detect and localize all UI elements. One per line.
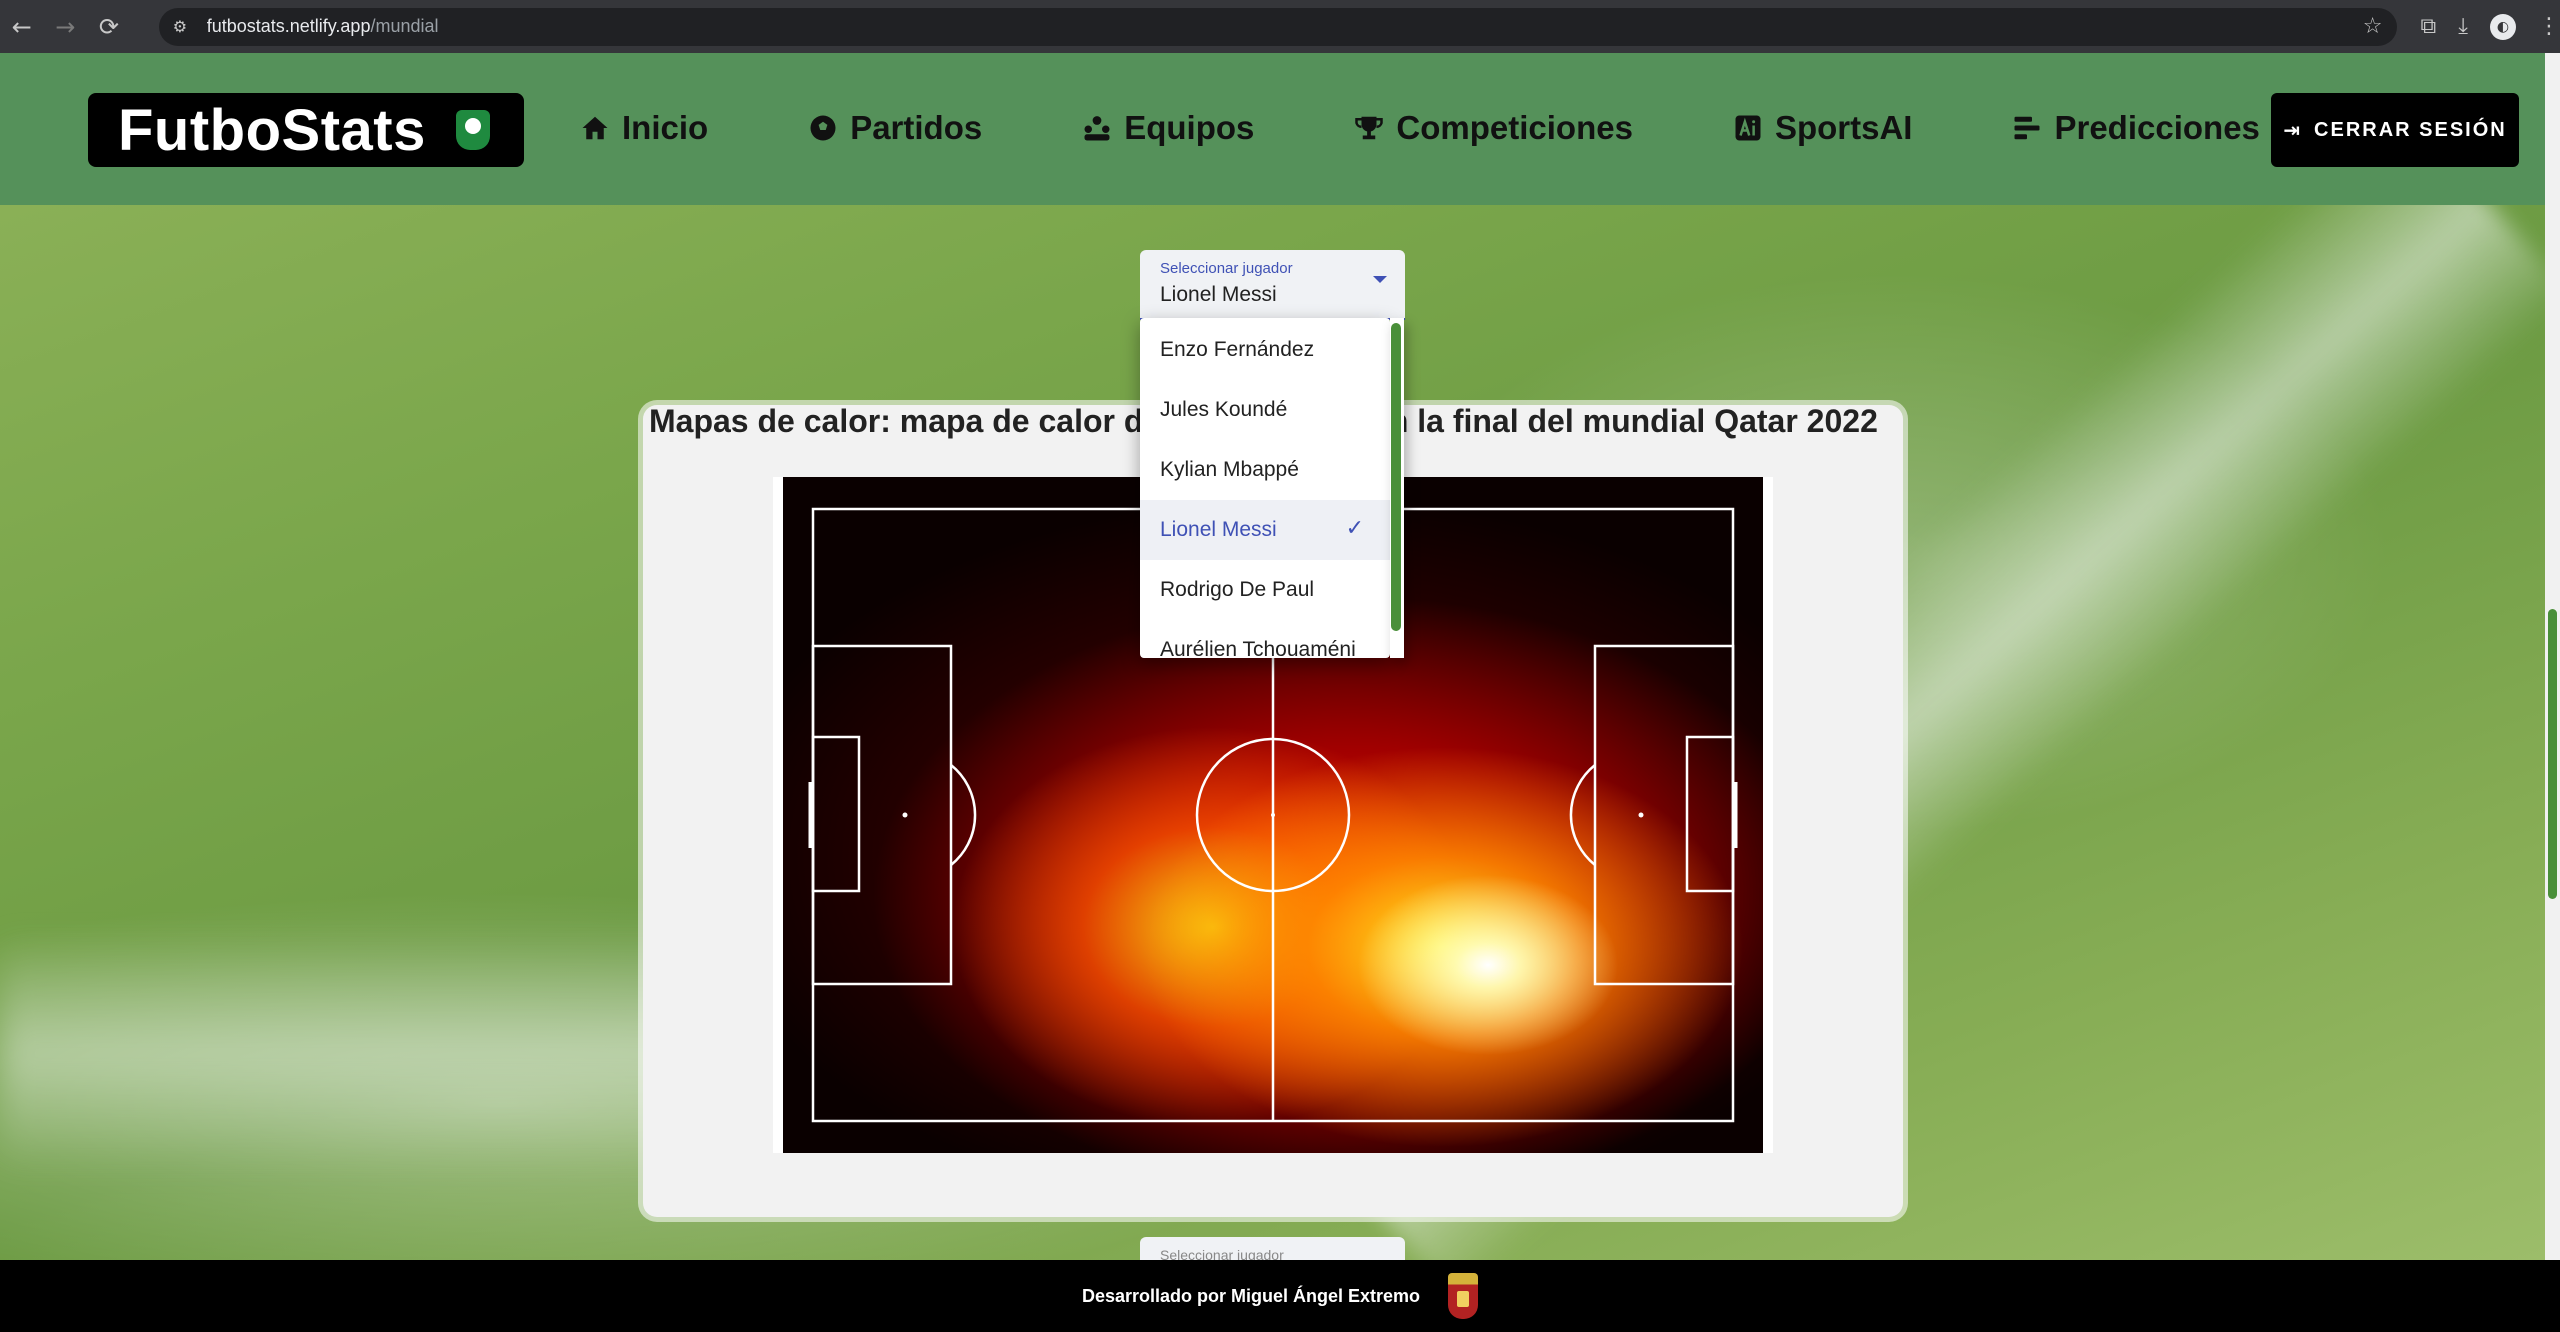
page-scrollbar-thumb[interactable] — [2548, 609, 2557, 899]
nav-item-equipos[interactable]: Equipos — [1082, 109, 1254, 147]
nav-label: Inicio — [622, 109, 709, 146]
browser-toolbar: ← → ⟳ ⚙ futbostats.netlify.app/mundial ☆… — [0, 0, 2560, 53]
profile-avatar-icon[interactable]: ◐ — [2489, 13, 2516, 40]
player-select[interactable]: Seleccionar jugador Lionel Messi — [1140, 250, 1405, 320]
nav-item-predicciones[interactable]: Predicciones — [2012, 109, 2260, 147]
bookmark-star-icon[interactable]: ☆ — [2363, 14, 2383, 39]
trophy-icon — [1354, 113, 1384, 143]
nav-label: SportsAI — [1774, 109, 1913, 146]
home-icon — [580, 113, 610, 143]
player-option[interactable]: Jules Koundé — [1140, 380, 1390, 440]
nav-label: Partidos — [850, 109, 983, 146]
ai-icon — [1733, 113, 1763, 143]
back-icon[interactable]: ← — [0, 5, 44, 49]
download-icon[interactable]: ⤓ — [2458, 14, 2468, 39]
page-scrollbar[interactable] — [2545, 53, 2560, 1260]
nav-item-partidos[interactable]: Partidos — [808, 109, 982, 147]
brand-shield-icon — [455, 110, 490, 150]
site-info-icon[interactable]: ⚙ — [173, 17, 197, 36]
forward-icon[interactable]: → — [44, 5, 88, 49]
logout-icon: ⇥ — [2283, 118, 2303, 142]
nav-label: Predicciones — [2054, 109, 2260, 146]
dropdown-scrollbar-thumb[interactable] — [1391, 323, 1401, 631]
footer-credit: Desarrollado por Miguel Ángel Extremo — [1081, 1285, 1421, 1306]
player-option-selected[interactable]: Lionel Messi ✓ — [1140, 500, 1390, 560]
dropdown-arrow-icon — [1373, 276, 1387, 283]
logout-label: CERRAR SESIÓN — [2314, 118, 2507, 141]
second-player-select[interactable]: Seleccionar jugador — [1140, 1237, 1405, 1260]
browser-menu-icon[interactable]: ⋮ — [2538, 14, 2560, 39]
nav-label: Equipos — [1124, 109, 1255, 146]
player-option[interactable]: Enzo Fernández — [1140, 320, 1390, 380]
site-header: FutboStats Inicio Partidos Equipos Compe… — [0, 53, 2545, 205]
player-option[interactable]: Rodrigo De Paul — [1140, 560, 1390, 620]
crest-icon — [1448, 1273, 1479, 1319]
site-footer: Desarrollado por Miguel Ángel Extremo — [0, 1260, 2560, 1332]
address-bar[interactable]: ⚙ futbostats.netlify.app/mundial ☆ — [158, 7, 2397, 46]
second-select-label: Seleccionar jugador — [1160, 1247, 1284, 1260]
player-select-value: Lionel Messi — [1160, 283, 1277, 306]
teams-icon — [1082, 113, 1112, 143]
check-icon: ✓ — [1345, 516, 1364, 541]
brand-name: FutboStats — [118, 97, 426, 163]
nav-item-competiciones[interactable]: Competiciones — [1354, 109, 1633, 147]
page-background: FutboStats Inicio Partidos Equipos Compe… — [0, 53, 2545, 1260]
brand-logo-link[interactable]: FutboStats — [88, 93, 524, 167]
nav-item-inicio[interactable]: Inicio — [580, 109, 708, 147]
url-path: /mundial — [370, 16, 439, 36]
extensions-icon[interactable]: ⧉ — [2421, 14, 2437, 39]
player-select-label: Seleccionar jugador — [1160, 260, 1293, 277]
player-option[interactable]: Aurélien Tchouaméni — [1140, 620, 1390, 658]
main-nav: Inicio Partidos Equipos Competiciones Sp… — [580, 109, 2360, 147]
url-host: futbostats.netlify.app — [206, 16, 371, 36]
nav-label: Competiciones — [1396, 109, 1633, 146]
player-options-list: Enzo Fernández Jules Koundé Kylian Mbapp… — [1140, 318, 1390, 658]
soccer-ball-icon — [808, 113, 838, 143]
reload-icon[interactable]: ⟳ — [87, 5, 131, 49]
player-option[interactable]: Kylian Mbappé — [1140, 440, 1390, 500]
nav-item-sportsai[interactable]: SportsAI — [1733, 109, 1913, 147]
logout-button[interactable]: ⇥ CERRAR SESIÓN — [2271, 93, 2519, 167]
bars-icon — [2012, 113, 2042, 143]
